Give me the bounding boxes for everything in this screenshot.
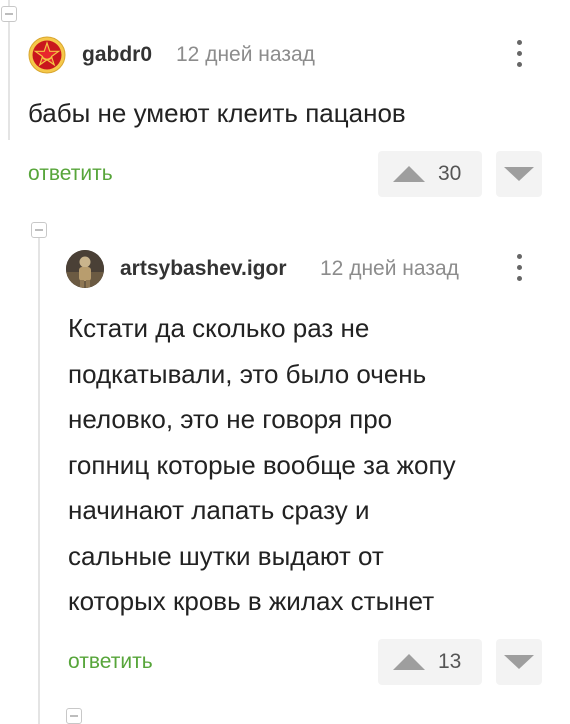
reply-button[interactable]: ответить [68,650,153,674]
comment-text-line: начинают лапать сразу и [68,495,370,525]
comment-text: Кстати да сколько раз не подкатывали, эт… [68,310,548,629]
arrow-down-icon [504,167,534,181]
vote-count: 13 [438,650,462,673]
comment-text: бабы не умеют клеить пацанов [28,98,406,128]
reply-button[interactable]: ответить [28,162,113,186]
username[interactable]: gabdr0 [82,43,152,67]
comment-text-line: сальные шутки выдают от [68,540,384,571]
timestamp[interactable]: 12 дней назад [176,43,315,67]
collapse-toggle[interactable] [66,708,82,724]
upvote-button[interactable]: 13 [378,639,482,685]
comment-text-line: подкатывали, это было очень [68,358,427,389]
timestamp[interactable]: 12 дней назад [320,257,459,281]
comment-text-line: Кстати да сколько раз не [68,313,370,343]
arrow-up-icon [393,166,425,182]
downvote-button[interactable] [496,639,542,685]
upvote-button[interactable]: 30 [378,151,482,197]
collapse-toggle[interactable] [1,6,17,22]
red-star-icon [28,36,66,74]
more-options-icon[interactable] [517,254,523,281]
collapse-toggle[interactable] [31,222,47,238]
avatar[interactable] [28,36,66,74]
username[interactable]: artsybashev.igor [120,257,287,281]
thread-line [38,234,40,724]
comment-text-line: гопниц которые вообще за жопу [68,449,456,480]
vote-count: 30 [438,162,462,185]
avatar[interactable] [66,250,104,288]
astronaut-icon [66,250,104,288]
arrow-up-icon [393,654,425,670]
arrow-down-icon [504,655,534,669]
downvote-button[interactable] [496,151,542,197]
more-options-icon[interactable] [517,40,523,67]
comment-text-line: которых кровь в жилах стынет [68,586,435,616]
comment-text-line: неловко, это не говоря про [68,404,393,434]
